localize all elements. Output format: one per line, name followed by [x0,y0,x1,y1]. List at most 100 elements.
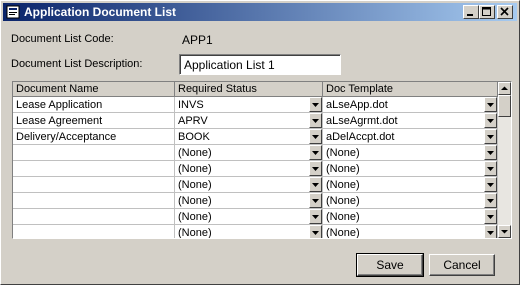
document-grid: Document Name Required Status Doc Templa… [12,81,512,239]
dropdown-button[interactable] [309,97,322,112]
chevron-down-icon [487,199,494,203]
document-list-code-label: Document List Code: [11,33,114,45]
chevron-down-icon [312,103,319,107]
document-list-description-label: Document List Description: [11,58,143,70]
column-header-required-status[interactable]: Required Status [175,82,323,97]
save-button[interactable]: Save [356,253,424,277]
title-bar: Application Document List [3,3,517,21]
cell-document-name[interactable] [13,177,175,193]
cell-required-status-text: (None) [178,211,212,223]
dropdown-button[interactable] [309,145,322,160]
cell-doc-template-text: (None) [326,211,360,223]
cell-document-name[interactable] [13,209,175,225]
chevron-down-icon [487,135,494,139]
minimize-icon [467,14,473,16]
scroll-up-button[interactable] [498,82,511,95]
scroll-down-button[interactable] [498,225,511,238]
document-list-description-input[interactable]: Application List 1 [179,54,341,75]
chevron-down-icon [487,151,494,155]
cell-document-name-text: Delivery/Acceptance [16,131,117,143]
dropdown-button[interactable] [309,177,322,192]
dropdown-button[interactable] [484,129,497,144]
chevron-down-icon [312,119,319,123]
cell-document-name[interactable] [13,161,175,177]
dropdown-button[interactable] [309,193,322,208]
dropdown-button[interactable] [484,113,497,128]
cell-document-name-text: Lease Agreement [16,115,103,127]
cell-doc-template[interactable]: aLseAgrmt.dot [323,113,498,129]
cell-required-status-text: (None) [178,227,212,239]
cell-doc-template[interactable]: aLseApp.dot [323,97,498,113]
chevron-down-icon [487,167,494,171]
window-title: Application Document List [24,5,177,19]
cell-doc-template[interactable]: aDelAccpt.dot [323,129,498,145]
column-header-doc-template[interactable]: Doc Template [323,82,498,97]
cell-document-name[interactable] [13,145,175,161]
chevron-down-icon [312,199,319,203]
chevron-down-icon [312,215,319,219]
chevron-down-icon [487,231,494,235]
chevron-down-icon [312,151,319,155]
cell-document-name[interactable]: Delivery/Acceptance [13,129,175,145]
maximize-button[interactable] [479,5,495,19]
cell-document-name[interactable] [13,225,175,238]
cell-required-status[interactable]: (None) [175,193,323,209]
cell-required-status-text: (None) [178,179,212,191]
cell-doc-template-text: (None) [326,179,360,191]
cell-document-name[interactable]: Lease Agreement [13,113,175,129]
column-header-document-name[interactable]: Document Name [13,82,175,97]
cell-required-status[interactable]: INVS [175,97,323,113]
dropdown-button[interactable] [484,209,497,224]
cell-doc-template[interactable]: (None) [323,177,498,193]
dropdown-button[interactable] [309,129,322,144]
cell-required-status[interactable]: (None) [175,145,323,161]
app-icon [6,5,20,19]
cell-required-status[interactable]: APRV [175,113,323,129]
cell-doc-template-text: (None) [326,195,360,207]
cell-doc-template-text: aDelAccpt.dot [326,131,395,143]
minimize-button[interactable] [463,5,479,19]
dropdown-button[interactable] [484,161,497,176]
scroll-down-icon [501,230,508,234]
cell-required-status-text: (None) [178,163,212,175]
cell-required-status[interactable]: (None) [175,177,323,193]
cell-required-status-text: (None) [178,147,212,159]
dropdown-button[interactable] [309,225,322,238]
close-button[interactable] [497,5,513,19]
dropdown-button[interactable] [309,113,322,128]
cell-document-name[interactable] [13,193,175,209]
cell-document-name[interactable]: Lease Application [13,97,175,113]
dropdown-button[interactable] [484,225,497,238]
cell-doc-template[interactable]: (None) [323,193,498,209]
chevron-down-icon [312,167,319,171]
cell-required-status[interactable]: (None) [175,161,323,177]
cell-doc-template-text: aLseAgrmt.dot [326,115,398,127]
cell-required-status-text: BOOK [178,131,210,143]
dropdown-button[interactable] [309,161,322,176]
cancel-button[interactable]: Cancel [429,254,495,276]
dropdown-button[interactable] [484,97,497,112]
cell-doc-template[interactable]: (None) [323,145,498,161]
cell-doc-template[interactable]: (None) [323,225,498,239]
cell-required-status-text: (None) [178,195,212,207]
cell-doc-template-text: (None) [326,227,360,239]
dropdown-button[interactable] [484,145,497,160]
chevron-down-icon [487,119,494,123]
cell-required-status[interactable]: (None) [175,225,323,239]
scroll-thumb[interactable] [498,95,511,117]
cell-required-status[interactable]: (None) [175,209,323,225]
cell-doc-template[interactable]: (None) [323,209,498,225]
dropdown-button[interactable] [484,193,497,208]
vertical-scrollbar[interactable] [498,82,511,238]
chevron-down-icon [312,231,319,235]
chevron-down-icon [487,215,494,219]
close-icon [500,7,509,16]
cell-doc-template[interactable]: (None) [323,161,498,177]
cell-required-status-text: INVS [178,99,204,111]
dropdown-button[interactable] [309,209,322,224]
chevron-down-icon [487,183,494,187]
cell-doc-template-text: aLseApp.dot [326,99,388,111]
dropdown-button[interactable] [484,177,497,192]
cell-required-status[interactable]: BOOK [175,129,323,145]
chevron-down-icon [487,103,494,107]
